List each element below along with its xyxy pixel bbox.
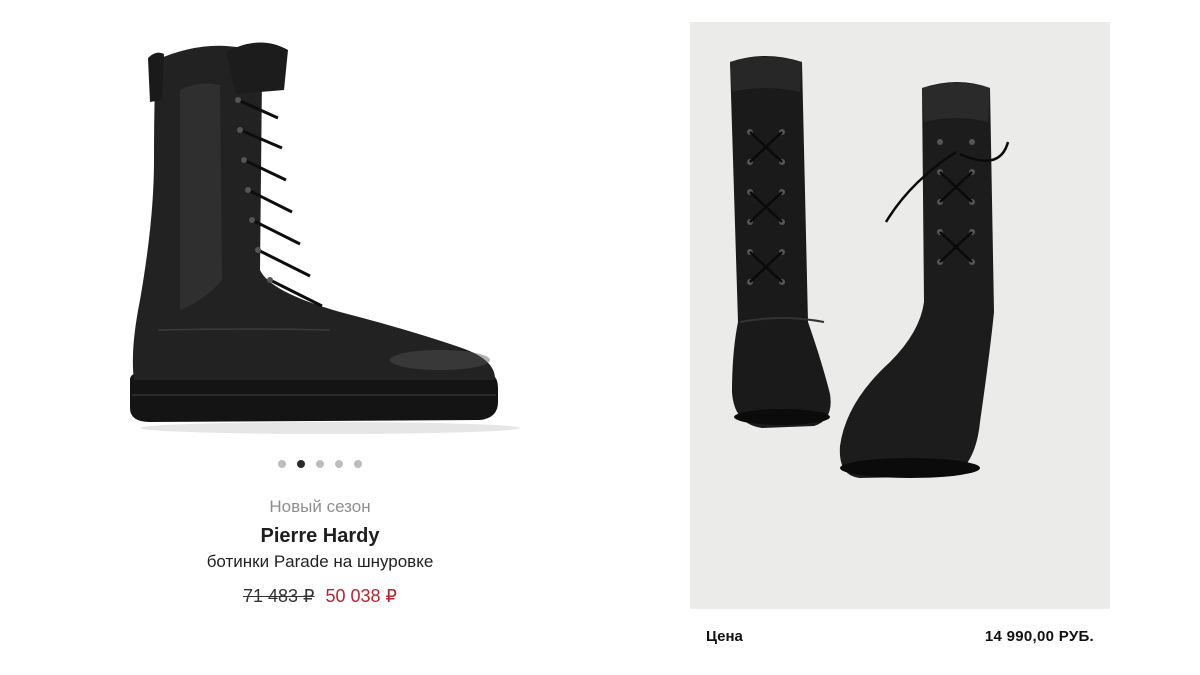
sale-price: 50 038 ₽ (325, 586, 398, 606)
boot-image-right[interactable] (690, 22, 1110, 609)
carousel-dot[interactable] (278, 460, 286, 468)
carousel-dot[interactable] (335, 460, 343, 468)
price-block: 71 483 ₽ 50 038 ₽ (0, 586, 640, 607)
old-price: 71 483 ₽ (242, 586, 315, 606)
brand-name[interactable]: Pierre Hardy (0, 525, 640, 548)
price-value: 14 990,00 РУБ. (984, 628, 1094, 645)
season-label: Новый сезон (269, 497, 371, 516)
boot-image-left[interactable] (110, 30, 520, 440)
image-carousel-dots (0, 460, 640, 468)
product-name[interactable]: ботинки Parade на шнуровке (0, 552, 640, 572)
boots-pair-image (730, 56, 1010, 478)
carousel-dot-active[interactable] (297, 460, 305, 468)
carousel-dot[interactable] (354, 460, 362, 468)
price-label: Цена (706, 628, 743, 645)
product-card-left[interactable]: Новый сезон Pierre Hardy ботинки Parade … (0, 0, 640, 675)
carousel-dot[interactable] (316, 460, 324, 468)
